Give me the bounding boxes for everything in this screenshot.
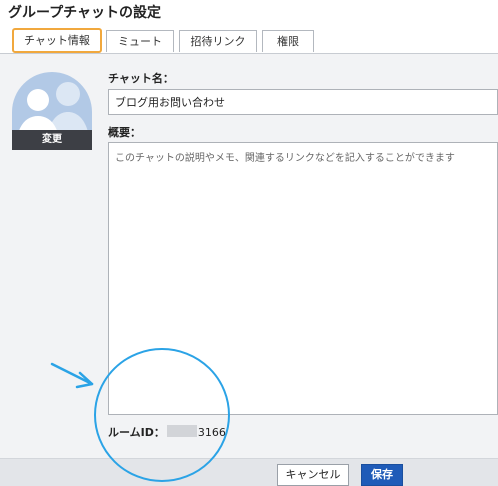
- dialog-title: グループチャットの設定: [8, 5, 162, 21]
- tab-permissions[interactable]: 権限: [262, 30, 314, 52]
- room-id-redaction: [166, 425, 197, 437]
- tab-invite-link[interactable]: 招待リンク: [179, 30, 257, 52]
- description-textarea[interactable]: [108, 142, 498, 415]
- chat-name-label: チャット名：: [108, 72, 174, 85]
- save-button[interactable]: 保存: [361, 464, 403, 486]
- group-avatar[interactable]: 変更: [12, 72, 92, 150]
- tab-chat-info[interactable]: チャット情報: [12, 28, 102, 53]
- chat-name-input[interactable]: [108, 89, 498, 115]
- room-id-label: ルームID：: [108, 426, 165, 439]
- room-id-value: 3166: [197, 426, 226, 439]
- description-label: 概要：: [108, 126, 141, 139]
- dialog-footer: キャンセル 保存: [0, 458, 498, 486]
- tab-bar: チャット情報 ミュート 招待リンク 権限: [0, 26, 498, 54]
- change-avatar-button[interactable]: 変更: [12, 130, 92, 150]
- tab-mute[interactable]: ミュート: [106, 30, 174, 52]
- room-id: ルームID： 3166: [108, 424, 226, 440]
- cancel-button[interactable]: キャンセル: [277, 464, 349, 486]
